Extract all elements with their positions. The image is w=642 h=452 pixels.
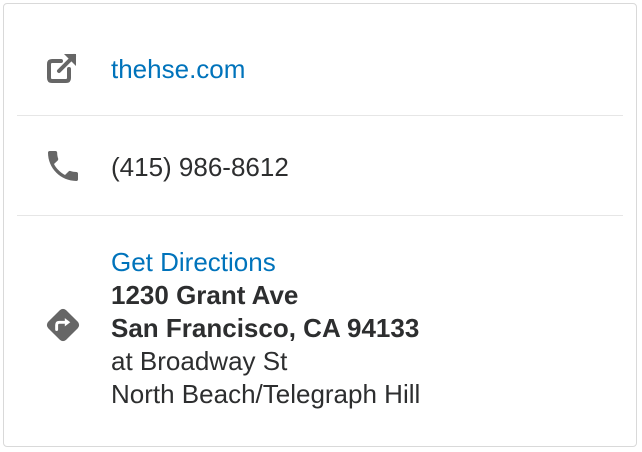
cross-street: at Broadway St — [111, 346, 288, 376]
phone-icon — [43, 146, 83, 186]
website-link[interactable]: thehse.com — [111, 53, 245, 86]
website-row[interactable]: thehse.com — [17, 19, 623, 116]
phone-number: (415) 986-8612 — [111, 152, 289, 182]
neighborhood: North Beach/Telegraph Hill — [111, 379, 421, 409]
directions-row: Get Directions 1230 Grant Ave San Franci… — [17, 216, 623, 436]
phone-row[interactable]: (415) 986-8612 — [17, 116, 623, 216]
address-block: Get Directions 1230 Grant Ave San Franci… — [111, 246, 420, 411]
directions-icon[interactable] — [43, 305, 83, 345]
city-state-zip: San Francisco, CA 94133 — [111, 313, 420, 343]
street-address: 1230 Grant Ave — [111, 280, 299, 310]
get-directions-link[interactable]: Get Directions — [111, 246, 420, 279]
external-link-icon — [43, 47, 83, 87]
business-info-card: thehse.com (415) 986-8612 Get Directions… — [3, 3, 637, 447]
